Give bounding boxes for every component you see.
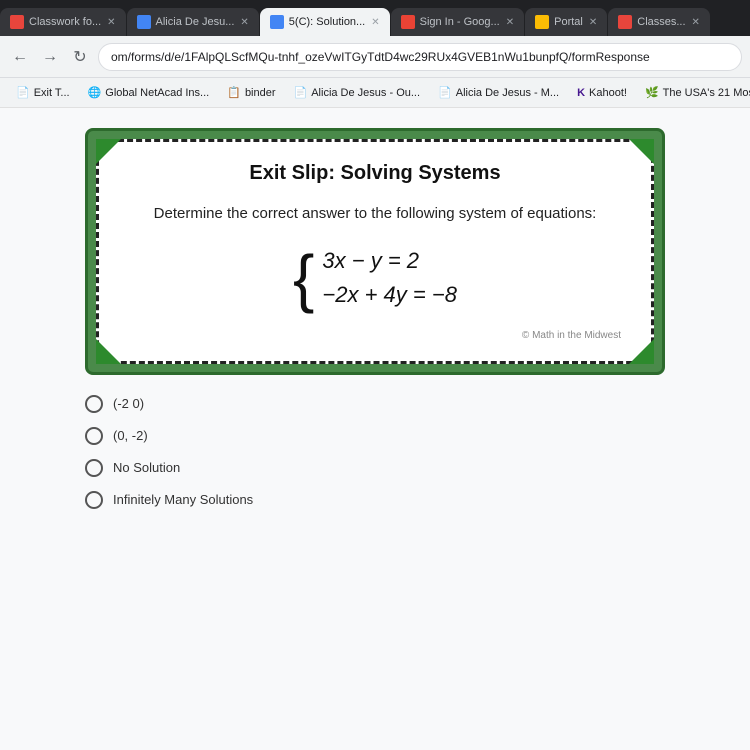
answer-text-4: Infinitely Many Solutions <box>113 492 253 507</box>
bookmark-kahoot[interactable]: K Kahoot! <box>569 84 635 102</box>
bookmark-alicia-m[interactable]: 📄 Alicia De Jesus - M... <box>430 83 567 102</box>
bookmark-icon-usa-most: 🌿 <box>645 86 659 99</box>
page-content: Exit Slip: Solving Systems Determine the… <box>0 108 750 750</box>
back-button[interactable]: ← <box>8 45 32 69</box>
tab-signin[interactable]: Sign In - Goog... ✕ <box>391 8 525 36</box>
answer-option-2[interactable]: (0, -2) <box>85 427 665 445</box>
answer-option-1[interactable]: (-2 0) <box>85 395 665 413</box>
tab-close-alicia[interactable]: ✕ <box>240 17 248 28</box>
corner-tl <box>96 139 126 169</box>
corner-tr <box>624 139 654 169</box>
curly-brace: { <box>293 246 314 310</box>
card-title: Exit Slip: Solving Systems <box>129 162 621 185</box>
answer-text-1: (-2 0) <box>113 396 144 411</box>
tab-close-solution[interactable]: ✕ <box>371 17 379 28</box>
tab-solution[interactable]: 5(C): Solution... ✕ <box>260 8 390 36</box>
card-inner: Exit Slip: Solving Systems Determine the… <box>96 139 654 364</box>
answer-text-3: No Solution <box>113 460 180 475</box>
bookmark-usa-most[interactable]: 🌿 The USA's 21 Most... <box>637 83 750 102</box>
card-question: Determine the correct answer to the foll… <box>129 203 621 226</box>
tab-icon-classes <box>618 15 632 29</box>
corner-br <box>624 334 654 364</box>
bookmark-binder[interactable]: 📋 binder <box>219 83 283 102</box>
tab-close-classwork[interactable]: ✕ <box>107 17 115 28</box>
tab-icon-classwork <box>10 15 24 29</box>
bookmark-alicia-ou[interactable]: 📄 Alicia De Jesus - Ou... <box>286 83 429 102</box>
forward-button[interactable]: → <box>38 45 62 69</box>
equations-container: { 3x − y = 2 −2x + 4y = −8 <box>129 246 621 310</box>
tab-close-classes[interactable]: ✕ <box>692 17 700 28</box>
tab-bar: Classwork fo... ✕ Alicia De Jesu... ✕ 5(… <box>0 0 750 36</box>
bookmark-icon-alicia-m: 📄 <box>438 86 452 99</box>
address-bar-area: ← → ↻ om/forms/d/e/1FAlpQLScfMQu-tnhf_oz… <box>0 36 750 78</box>
tab-icon-alicia <box>137 15 151 29</box>
tab-icon-solution <box>270 15 284 29</box>
tab-classes[interactable]: Classes... ✕ <box>608 8 710 36</box>
bookmarks-bar: 📄 Exit T... 🌐 Global NetAcad Ins... 📋 bi… <box>0 78 750 108</box>
radio-button-4[interactable] <box>85 491 103 509</box>
bookmark-icon-exit: 📄 <box>16 86 30 99</box>
answer-choices: (-2 0) (0, -2) No Solution Infinitely Ma… <box>85 395 665 523</box>
equations: 3x − y = 2 −2x + 4y = −8 <box>322 248 457 308</box>
radio-button-3[interactable] <box>85 459 103 477</box>
tab-classwork[interactable]: Classwork fo... ✕ <box>0 8 126 36</box>
reload-button[interactable]: ↻ <box>68 45 92 69</box>
radio-button-2[interactable] <box>85 427 103 445</box>
bookmark-icon-kahoot: K <box>577 87 585 99</box>
bookmark-icon-globalnetacad: 🌐 <box>88 86 102 99</box>
equation-2: −2x + 4y = −8 <box>322 282 457 308</box>
copyright: © Math in the Midwest <box>129 330 621 341</box>
bookmark-icon-binder: 📋 <box>227 86 241 99</box>
tab-portal[interactable]: Portal ✕ <box>525 8 607 36</box>
bookmark-icon-alicia-ou: 📄 <box>294 86 308 99</box>
answer-option-3[interactable]: No Solution <box>85 459 665 477</box>
corner-bl <box>96 334 126 364</box>
tab-close-portal[interactable]: ✕ <box>589 17 597 28</box>
answer-text-2: (0, -2) <box>113 428 148 443</box>
tab-alicia[interactable]: Alicia De Jesu... ✕ <box>127 8 259 36</box>
radio-button-1[interactable] <box>85 395 103 413</box>
tab-icon-portal <box>535 15 549 29</box>
answer-option-4[interactable]: Infinitely Many Solutions <box>85 491 665 509</box>
question-card: Exit Slip: Solving Systems Determine the… <box>85 128 665 375</box>
address-bar[interactable]: om/forms/d/e/1FAlpQLScfMQu-tnhf_ozeVwITG… <box>98 43 742 71</box>
tab-close-signin[interactable]: ✕ <box>506 17 514 28</box>
browser-window: Classwork fo... ✕ Alicia De Jesu... ✕ 5(… <box>0 0 750 750</box>
tab-icon-signin <box>401 15 415 29</box>
bookmark-globalnetacad[interactable]: 🌐 Global NetAcad Ins... <box>80 83 218 102</box>
equation-1: 3x − y = 2 <box>322 248 457 274</box>
bookmark-exit[interactable]: 📄 Exit T... <box>8 83 78 102</box>
